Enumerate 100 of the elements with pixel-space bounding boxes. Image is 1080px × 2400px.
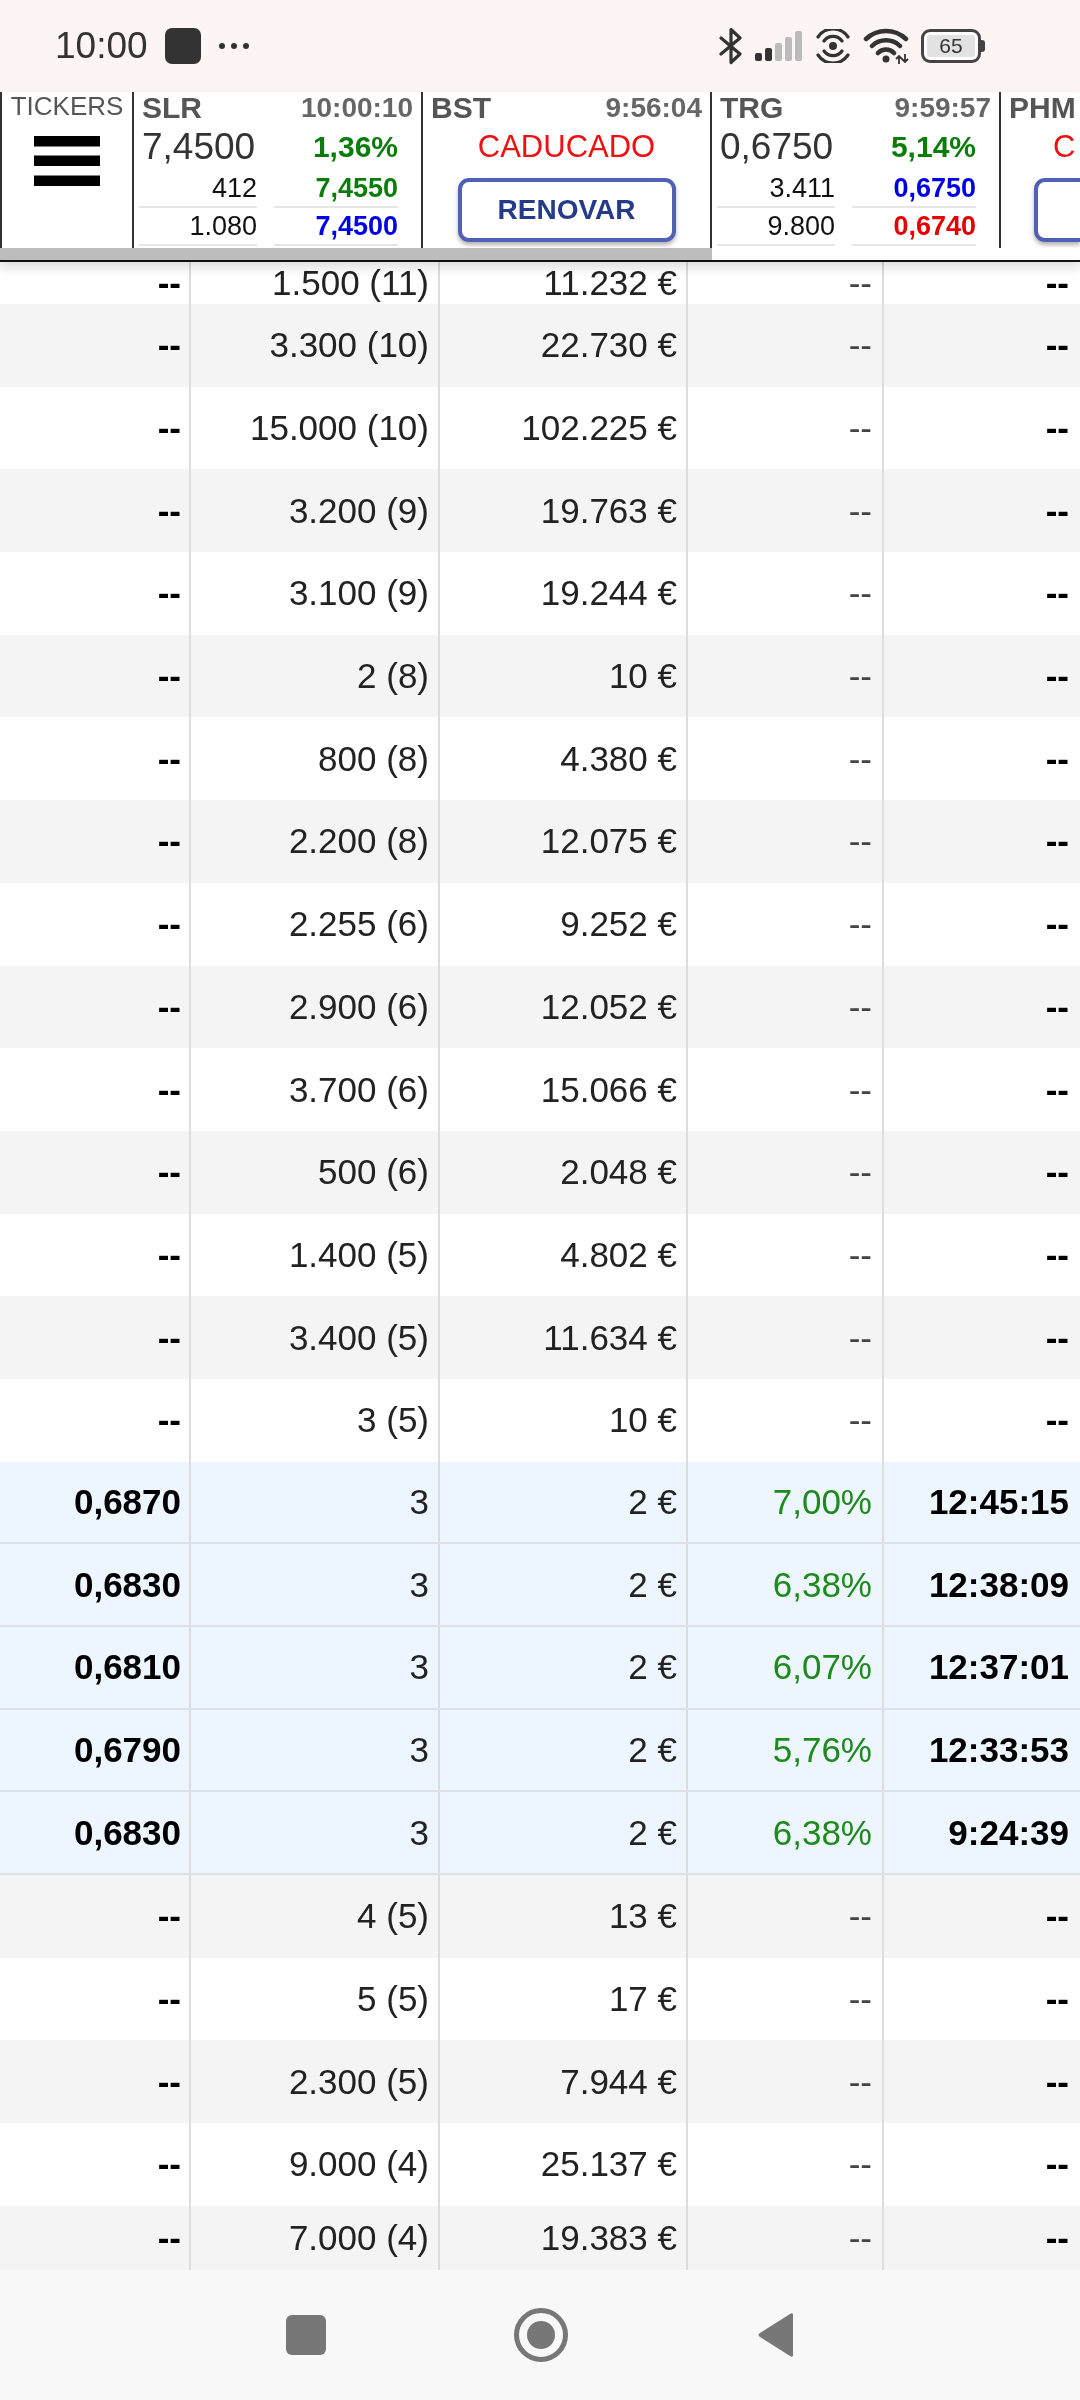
table-cell: 2 € — [440, 1461, 688, 1543]
table-cell: 0,6810 — [0, 1627, 191, 1708]
quote-size: 412 — [139, 170, 257, 208]
table-cell: 6,38% — [688, 1544, 884, 1625]
table-cell: 3 — [191, 1461, 440, 1543]
table-cell: -- — [688, 1875, 884, 1958]
table-cell: 6,07% — [688, 1627, 884, 1708]
table-cell: 2 € — [440, 1792, 688, 1874]
quote-time: 10:00:10 — [300, 92, 413, 124]
table-cell: 2 € — [440, 1627, 688, 1708]
table-cell-text: 12:33:53 — [927, 1729, 1070, 1772]
ticker-symbol: BST — [431, 91, 491, 125]
table-cell: -- — [0, 1130, 191, 1214]
expired-status: CADUCADO — [477, 129, 656, 165]
table-cell-text: -- — [1044, 1399, 1070, 1442]
renew-button[interactable] — [1034, 178, 1080, 242]
table-cell: 3.200 (9) — [191, 469, 440, 553]
table-cell-text: 12:38:09 — [927, 1563, 1070, 1606]
back-icon[interactable] — [756, 2312, 795, 2358]
table-cell-text: -- — [1044, 572, 1070, 615]
quote-time: 9:59:57 — [894, 92, 991, 124]
ticker-card[interactable]: BST 9:56:04 CADUCADO RENOVAR — [423, 92, 712, 248]
table-cell: 6,38% — [688, 1792, 884, 1874]
table-cell-text: -- — [1044, 655, 1070, 698]
table-cell: 12.052 € — [440, 965, 688, 1049]
table-cell: 2 € — [440, 1709, 688, 1791]
table-cell: 3.300 (10) — [191, 304, 440, 387]
table-cell: -- — [688, 965, 884, 1049]
table-cell-text: -- — [1044, 407, 1070, 450]
ticker-card[interactable]: PHM C — [1001, 92, 1080, 248]
table-cell-text: -- — [1044, 2060, 1070, 2103]
renew-button[interactable]: RENOVAR — [457, 178, 676, 242]
table-cell: -- — [688, 1130, 884, 1214]
table-cell: 22.730 € — [440, 304, 688, 387]
table-cell: 2.048 € — [440, 1130, 688, 1214]
table-cell: -- — [688, 2040, 884, 2124]
table-cell: 4 (5) — [191, 1875, 440, 1958]
last-price: 0,6750 — [719, 126, 834, 168]
table-cell: 0,6790 — [0, 1709, 191, 1791]
home-icon[interactable] — [513, 2308, 568, 2362]
quote-size: 1.080 — [139, 208, 257, 246]
table-cell: 13 € — [440, 1875, 688, 1958]
table-cell-text: -- — [1044, 2143, 1070, 2186]
signal-icon — [755, 31, 803, 61]
table-cell: 3 — [191, 1709, 440, 1791]
table-cell: 7.944 € — [440, 2040, 688, 2124]
table-cell: 2.300 (5) — [191, 2040, 440, 2124]
scrollbar[interactable] — [0, 248, 712, 260]
table-cell: -- — [0, 800, 191, 883]
table-cell-text: 9:24:39 — [947, 1811, 1070, 1854]
table-cell: -- — [0, 2040, 191, 2124]
table-cell-text: -- — [1044, 737, 1070, 780]
battery-indicator: 65 — [921, 29, 985, 63]
table-cell-text: -- — [1044, 1316, 1070, 1359]
table-cell: 0,6870 — [0, 1461, 191, 1543]
expired-status: C — [1053, 129, 1076, 165]
ticker-symbol: PHM — [1009, 92, 1076, 125]
quote-price: 7,4550 — [274, 170, 398, 208]
table-cell-text: -- — [1044, 324, 1070, 367]
table-cell: 12.075 € — [440, 800, 688, 883]
ticker-symbol: SLR — [142, 91, 202, 125]
table-cell: 3 — [191, 1627, 440, 1708]
table-cell-text: -- — [1044, 1151, 1070, 1194]
price-change: 1,36% — [312, 130, 398, 164]
table-cell-text: 12:37:01 — [927, 1646, 1070, 1689]
table-cell: -- — [688, 634, 884, 718]
table-cell-text: -- — [1044, 489, 1070, 532]
quote-price: 7,4500 — [274, 208, 398, 246]
ticker-card[interactable]: TRG 9:59:57 0,6750 5,14% 3.411 0,6750 9.800 0,6740 — [712, 92, 1001, 248]
table-cell-text: -- — [1044, 985, 1070, 1028]
menu-icon[interactable] — [34, 136, 100, 186]
table-cell: -- — [0, 634, 191, 718]
table-cell: 7,00% — [688, 1461, 884, 1543]
table-cell: 2 (8) — [191, 634, 440, 718]
table-cell: -- — [0, 1875, 191, 1958]
square-icon — [164, 28, 201, 64]
table-cell: 0,6830 — [0, 1544, 191, 1625]
bluetooth-icon — [719, 27, 743, 65]
table-cell-text: -- — [1044, 1978, 1070, 2021]
quote-size: 3.411 — [717, 170, 835, 208]
table-cell: 3 — [191, 1792, 440, 1874]
table-cell: -- — [688, 1296, 884, 1379]
table-cell: 500 (6) — [191, 1130, 440, 1214]
table-cell: 3 — [191, 1544, 440, 1625]
table-cell: -- — [688, 800, 884, 883]
recents-icon[interactable] — [285, 2315, 326, 2355]
table-cell-text: -- — [1044, 820, 1070, 863]
table-cell: 0,6830 — [0, 1792, 191, 1874]
wifi-icon — [863, 28, 909, 64]
price-change: 5,14% — [890, 130, 976, 164]
table-cell-text: -- — [1044, 2216, 1070, 2259]
more-icon — [218, 43, 249, 49]
table-cell: 11.634 € — [440, 1296, 688, 1379]
tickers-label: TICKERS — [10, 93, 124, 119]
quote-price: 0,6740 — [852, 208, 976, 246]
table-cell: -- — [0, 469, 191, 553]
quote-time: 9:56:04 — [605, 92, 702, 124]
table-cell: -- — [0, 965, 191, 1049]
quote-price: 0,6750 — [852, 170, 976, 208]
table-cell: 2 € — [440, 1544, 688, 1625]
